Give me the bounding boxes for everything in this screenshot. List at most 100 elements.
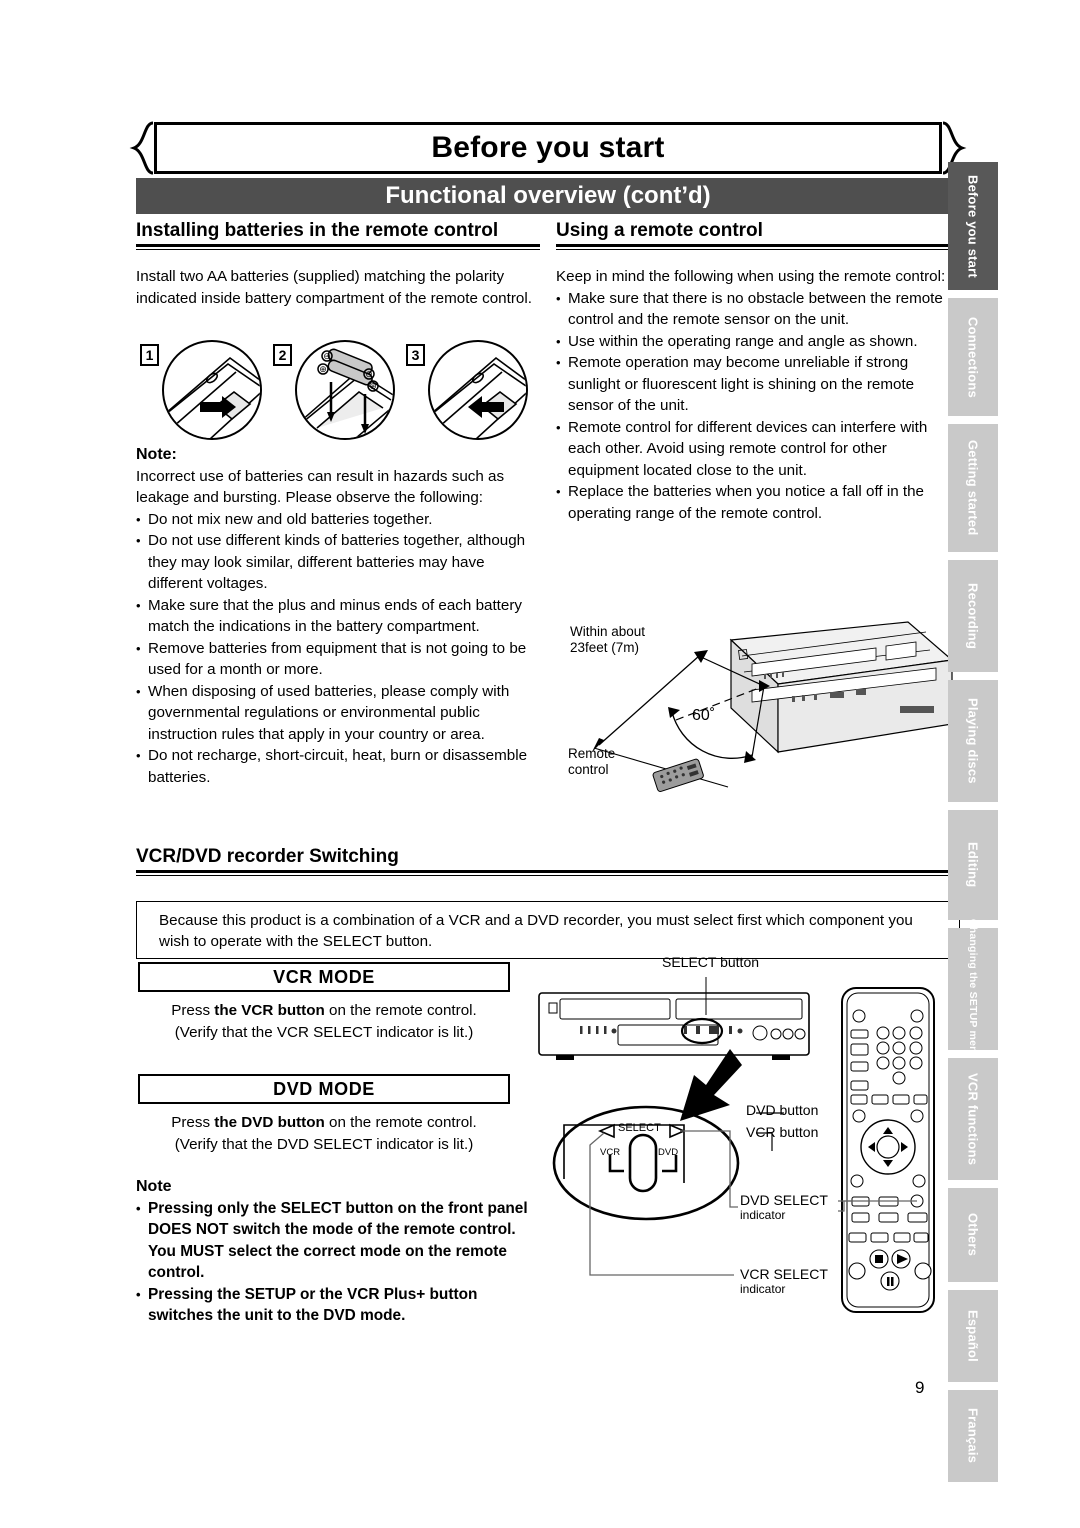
dvd-select-indicator-line2: indicator bbox=[740, 1208, 786, 1222]
dvd-mode-title: DVD MODE bbox=[273, 1078, 375, 1099]
heading-using-remote: Using a remote control bbox=[556, 219, 960, 250]
list-item: Make sure that there is no obstacle betw… bbox=[556, 288, 952, 331]
heading-installing-batteries-label: Installing batteries in the remote contr… bbox=[136, 220, 499, 241]
heading-rule-thick bbox=[136, 244, 540, 247]
vcr-mode-line1-c: on the remote control. bbox=[324, 1002, 477, 1019]
page-number: 9 bbox=[915, 1378, 925, 1397]
tab-recording[interactable]: Recording bbox=[948, 560, 998, 672]
list-item: Remote control for different devices can… bbox=[556, 417, 952, 482]
tab-vcr-functions[interactable]: VCR functions bbox=[948, 1058, 998, 1180]
vcr-mode-title-box: VCR MODE bbox=[138, 962, 510, 992]
dvd-select-indicator-label: DVD SELECT indicator bbox=[740, 1193, 828, 1223]
remote-control-label: Remote control bbox=[568, 746, 615, 778]
brace-left-icon bbox=[129, 121, 154, 175]
vcr-select-indicator-line1: VCR SELECT bbox=[740, 1266, 828, 1282]
tab-playing-discs[interactable]: Playing discs bbox=[948, 680, 998, 802]
select-caption: SELECT bbox=[618, 1122, 661, 1134]
step-number: 2 bbox=[273, 344, 292, 366]
manual-page: Before you start Functional overview (co… bbox=[0, 0, 1080, 1528]
tab-connections[interactable]: Connections bbox=[948, 298, 998, 416]
range-angle-label: 60˚ bbox=[692, 707, 716, 724]
heading-rule-thick bbox=[556, 244, 960, 247]
step-illustration-open-cover bbox=[162, 340, 262, 440]
using-remote-text: Keep in mind the following when using th… bbox=[556, 266, 952, 524]
batteries-note-list: Do not mix new and old batteries togethe… bbox=[136, 509, 536, 789]
dvd-mode-line1-a: Press bbox=[171, 1114, 215, 1131]
note-title: Note: bbox=[136, 446, 177, 463]
vcr-mode-line1: Press the VCR button on the remote contr… bbox=[138, 1000, 510, 1022]
vcr-mode-line1-a: Press bbox=[171, 1002, 215, 1019]
tab-before-you-start[interactable]: Before you start bbox=[948, 162, 998, 290]
switching-intro-box: Because this product is a combination of… bbox=[136, 901, 960, 959]
battery-step-3: 3 bbox=[406, 340, 532, 440]
dvd-mode-line1-b: the DVD button bbox=[214, 1114, 325, 1131]
battery-step-2: 2 ⊖ ⊕ ⊕ ⊖ bbox=[273, 340, 399, 440]
dvd-mode-instructions: Press the DVD button on the remote contr… bbox=[138, 1112, 510, 1156]
list-item: Pressing the SETUP or the VCR Plus+ butt… bbox=[136, 1284, 536, 1327]
vcr-mode-instructions: Press the VCR button on the remote contr… bbox=[138, 1000, 510, 1044]
tab-editing[interactable]: Editing bbox=[948, 810, 998, 920]
vcr-marker-label: VCR bbox=[600, 1147, 621, 1158]
list-item: Do not recharge, short-circuit, heat, bu… bbox=[136, 745, 536, 788]
list-item: Use within the operating range and angle… bbox=[556, 331, 952, 353]
select-button-diagram: SELECT button SELECT VCR DVD DVD button … bbox=[534, 955, 854, 1305]
battery-installation-figures: 1 2 ⊖ ⊕ ⊕ ⊖ 3 bbox=[140, 340, 532, 440]
battery-step-1: 1 bbox=[140, 340, 266, 440]
remote-range-diagram: Within about 23feet (7m) 60˚ Remote cont… bbox=[556, 612, 956, 827]
batteries-note-block: Note: Incorrect use of batteries can res… bbox=[136, 444, 536, 788]
list-item: Make sure that the plus and minus ends o… bbox=[136, 595, 536, 638]
remote-control-label-line2: control bbox=[568, 762, 609, 777]
vcr-select-indicator-label: VCR SELECT indicator bbox=[740, 1267, 828, 1297]
heading-rule-thin bbox=[556, 249, 960, 250]
remote-control-label-line1: Remote bbox=[568, 746, 616, 761]
note-intro: Incorrect use of batteries can result in… bbox=[136, 467, 505, 507]
dvd-marker-label: DVD bbox=[658, 1147, 679, 1158]
heading-installing-batteries: Installing batteries in the remote contr… bbox=[136, 219, 540, 250]
page-banner: Before you start bbox=[129, 121, 967, 175]
svg-text:⊕: ⊕ bbox=[369, 381, 377, 391]
step-number: 1 bbox=[140, 344, 159, 366]
heading-rule-thin bbox=[136, 875, 960, 876]
list-item: Do not use different kinds of batteries … bbox=[136, 530, 536, 595]
list-item: Remove batteries from equipment that is … bbox=[136, 638, 536, 681]
switching-intro-text: Because this product is a combination of… bbox=[159, 912, 913, 950]
heading-rule-thick bbox=[136, 870, 960, 873]
list-item: Pressing only the SELECT button on the f… bbox=[136, 1198, 536, 1284]
section-bar: Functional overview (cont’d) bbox=[136, 178, 960, 214]
heading-vcr-dvd-switching-label: VCR/DVD recorder Switching bbox=[136, 846, 399, 867]
using-remote-list: Make sure that there is no obstacle betw… bbox=[556, 288, 952, 525]
heading-rule-thin bbox=[136, 249, 540, 250]
switching-note-block: Note Pressing only the SELECT button on … bbox=[136, 1176, 536, 1327]
using-remote-intro: Keep in mind the following when using th… bbox=[556, 268, 946, 285]
vcr-select-indicator-line2: indicator bbox=[740, 1282, 786, 1296]
step-illustration-close-cover bbox=[428, 340, 528, 440]
tab-getting-started[interactable]: Getting started bbox=[948, 424, 998, 552]
select-button-label: SELECT button bbox=[662, 954, 760, 970]
dvd-mode-line1-c: on the remote control. bbox=[324, 1114, 477, 1131]
switching-note-list: Pressing only the SELECT button on the f… bbox=[136, 1198, 536, 1327]
tab-changing-the-setup-menu[interactable]: Changing the SETUP menu bbox=[948, 919, 998, 1059]
list-item: Do not mix new and old batteries togethe… bbox=[136, 509, 536, 531]
step-illustration-insert-batteries: ⊖ ⊕ ⊕ ⊖ bbox=[295, 340, 395, 440]
range-distance-label: Within about 23feet (7m) bbox=[570, 624, 645, 656]
banner-box: Before you start bbox=[154, 122, 942, 174]
tab-others[interactable]: Others bbox=[948, 1188, 998, 1282]
batteries-intro-paragraph: Install two AA batteries (supplied) matc… bbox=[136, 268, 532, 307]
dvd-select-indicator-line1: DVD SELECT bbox=[740, 1192, 828, 1208]
list-item: Replace the batteries when you notice a … bbox=[556, 481, 952, 524]
heading-using-remote-label: Using a remote control bbox=[556, 220, 763, 241]
tab-francais[interactable]: Français bbox=[948, 1390, 998, 1482]
tab-espanol[interactable]: Español bbox=[948, 1290, 998, 1382]
page-title: Before you start bbox=[431, 131, 665, 164]
section-bar-title: Functional overview (cont’d) bbox=[385, 182, 711, 209]
vcr-mode-title: VCR MODE bbox=[273, 966, 375, 987]
dvd-mode-line2: (Verify that the DVD SELECT indicator is… bbox=[174, 1136, 474, 1153]
chapter-tab-rail: Before you start Connections Getting sta… bbox=[948, 162, 998, 1482]
note-title: Note bbox=[136, 1178, 172, 1195]
batteries-intro-text: Install two AA batteries (supplied) matc… bbox=[136, 266, 536, 309]
range-distance-line1: Within about bbox=[570, 624, 646, 639]
range-distance-line2: 23feet (7m) bbox=[570, 640, 640, 655]
remote-control-figure bbox=[804, 985, 938, 1315]
dvd-mode-line1: Press the DVD button on the remote contr… bbox=[138, 1112, 510, 1134]
vcr-mode-line2: (Verify that the VCR SELECT indicator is… bbox=[174, 1024, 474, 1041]
